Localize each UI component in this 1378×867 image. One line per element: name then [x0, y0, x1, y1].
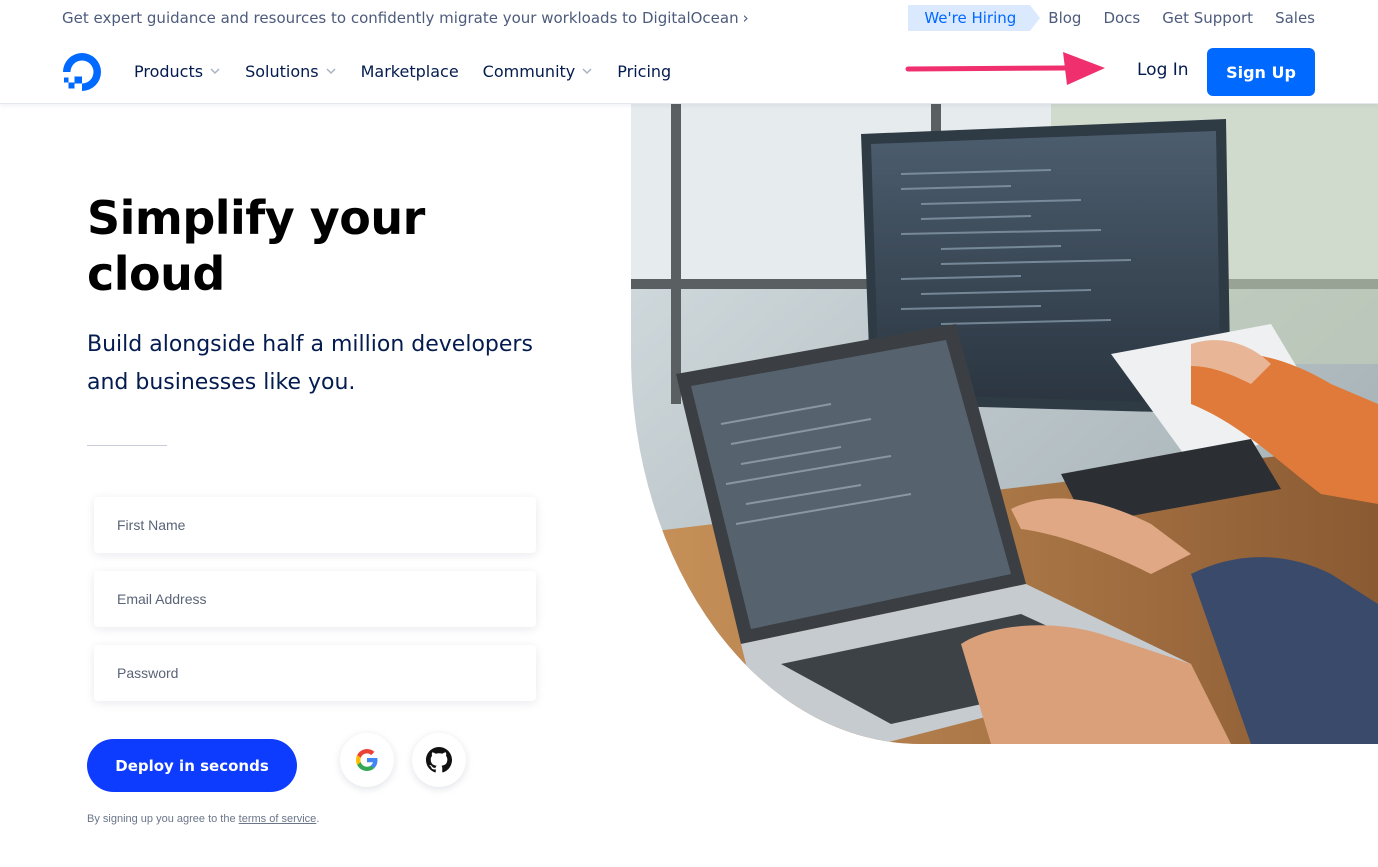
first-name-field[interactable] — [94, 497, 536, 553]
migration-promo-link[interactable]: Get expert guidance and resources to con… — [62, 9, 749, 27]
hero-title: Simplify your cloud — [87, 191, 425, 301]
terms-notice: By signing up you agree to the terms of … — [87, 813, 319, 825]
chevron-down-icon — [582, 68, 592, 75]
docs-link[interactable]: Docs — [1103, 5, 1140, 31]
deploy-button[interactable]: Deploy in seconds — [87, 739, 297, 792]
hero-subtitle: Build alongside half a million developer… — [87, 332, 533, 395]
nav-pricing[interactable]: Pricing — [617, 62, 671, 81]
chevron-down-icon — [326, 68, 336, 75]
nav-products-label: Products — [134, 61, 204, 81]
hiring-badge-link[interactable]: We're Hiring — [908, 5, 1041, 31]
password-field[interactable] — [94, 645, 536, 701]
promo-text: Get expert guidance and resources to con… — [62, 9, 739, 27]
terms-suffix: . — [316, 813, 320, 825]
nav-solutions[interactable]: Solutions — [245, 62, 337, 81]
login-link[interactable]: Log In — [1137, 60, 1189, 80]
google-signup-button[interactable] — [340, 733, 394, 787]
main-nav: Products Solutions Marketplace Community… — [0, 38, 1378, 104]
nav-community[interactable]: Community — [483, 62, 594, 81]
utility-bar: Get expert guidance and resources to con… — [0, 0, 1378, 38]
nav-marketplace[interactable]: Marketplace — [361, 62, 459, 81]
utility-links: We're Hiring Blog Docs Get Support Sales — [908, 5, 1315, 31]
email-field[interactable] — [94, 571, 536, 627]
terms-prefix: By signing up you agree to the — [87, 813, 236, 825]
hero-image — [631, 104, 1378, 744]
get-support-link[interactable]: Get Support — [1162, 5, 1253, 31]
sales-link[interactable]: Sales — [1275, 5, 1315, 31]
nav-pricing-label: Pricing — [617, 61, 672, 81]
nav-community-label: Community — [482, 61, 576, 81]
nav-items: Products Solutions Marketplace Community… — [134, 38, 695, 104]
chevron-right-icon: › — [742, 9, 749, 27]
blog-link[interactable]: Blog — [1048, 5, 1081, 31]
developer-photo — [631, 104, 1378, 744]
github-icon — [426, 747, 452, 773]
google-icon — [356, 749, 378, 771]
terms-of-service-link[interactable]: terms of service — [239, 813, 317, 825]
signup-button[interactable]: Sign Up — [1207, 48, 1315, 96]
github-signup-button[interactable] — [412, 733, 466, 787]
chevron-down-icon — [210, 68, 220, 75]
nav-products[interactable]: Products — [134, 62, 221, 81]
divider — [87, 445, 167, 446]
annotation-arrow-icon — [905, 52, 1105, 85]
nav-marketplace-label: Marketplace — [360, 61, 459, 81]
nav-solutions-label: Solutions — [245, 61, 319, 81]
digitalocean-logo[interactable] — [61, 51, 103, 93]
